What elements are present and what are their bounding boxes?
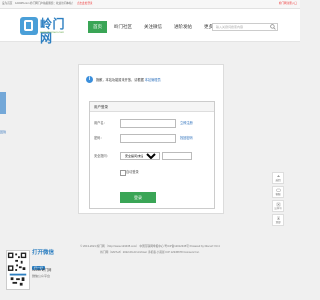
side-tool-label: 顶部 [275,221,281,224]
site-header: 岭门网 www.lingmen.com 首页 岭门社区 关注微信 进阶发帖 更多… [0,9,300,45]
side-tool-top[interactable]: 顶部 [272,214,284,226]
login-form: 用户登录 用户名： 立即注册 密码： 找回密码 安全提问： 安全提问(未设置请忽… [89,101,215,209]
qr-account-name: 12346 岭门网 [32,268,52,272]
info-icon: i [86,76,93,83]
search-icon[interactable] [270,24,276,30]
side-tool-back[interactable]: 返回 [272,172,284,184]
password-row: 密码： 找回密码 [90,134,214,143]
qr-code [6,250,30,290]
top-message: 123435.com 岭门网门户站提醒您：欢迎访问本站！ [15,2,75,5]
notice-message: i 抱歉，本站功能暂未开放，请根据 本站管理员 [86,73,217,87]
login-panel: i 抱歉，本站功能暂未开放，请根据 本站管理员 用户登录 用户名： 立即注册 密… [78,64,224,214]
qr-banner: 打开微信 扫一扫 [32,250,70,270]
nav-item-home[interactable]: 首页 [88,21,107,33]
search-placeholder: 输入关键词搜索内容 [216,25,244,29]
username-row: 用户名： 立即注册 [90,119,214,128]
top-announcement-bar: 设为首页 123435.com 岭门网门户站提醒您：欢迎访问本站！ 点击此处登录… [0,0,300,9]
left-float-label[interactable]: 回到 [0,130,6,134]
auto-login-label: 自动登录 [126,170,139,174]
set-homepage-link[interactable]: 设为首页 [2,2,12,5]
qr-platform-name: 微信公众平台 [32,274,51,278]
side-tool-label: 客服 [275,193,281,196]
search-input[interactable]: 输入关键词搜索内容 [212,23,278,31]
password-label: 密码： [94,136,104,140]
side-tool-service[interactable]: 客服 [272,186,284,198]
security-question-select[interactable]: 安全提问(未设置请忽略) [120,152,160,160]
login-button[interactable]: 登录 [120,192,156,203]
forgot-password-link[interactable]: 找回密码 [180,134,193,143]
nav-item-community[interactable]: 岭门社区 [109,21,137,33]
qr-pattern-icon [7,252,27,286]
security-question-label: 安全提问： [94,154,110,158]
login-highlight-link[interactable]: 点击此处登录 [77,2,93,5]
qr-banner-title: 打开微信 [32,250,55,256]
register-now-link[interactable]: 立即注册 [180,119,193,128]
register-link[interactable]: 岭门网注册入口 [279,0,297,8]
side-tool-wechat[interactable]: 公众号 [272,200,284,212]
logo-subtitle: www.lingmen.com [40,30,65,34]
security-answer-field[interactable] [162,152,192,160]
login-form-title: 用户登录 [90,102,214,112]
notice-admin-link[interactable]: 本站管理员 [145,78,161,82]
username-label: 用户名： [94,121,107,125]
left-float-tab[interactable] [0,92,6,114]
security-question-row: 安全提问： 安全提问(未设置请忽略) [90,152,214,161]
site-logo[interactable]: 岭门网 www.lingmen.com [20,17,72,45]
main-nav: 首页 岭门社区 关注微信 进阶发帖 更多 [88,21,220,33]
username-field[interactable] [120,119,176,128]
side-tool-label: 返回 [275,179,281,182]
nav-item-wechat[interactable]: 关注微信 [139,21,167,33]
logo-mark-icon [20,17,38,35]
nav-item-post[interactable]: 进阶发帖 [169,21,197,33]
remember-row: 自动登录 [90,168,214,177]
notice-text: 抱歉，本站功能暂未开放，请根据 [96,78,144,82]
password-field[interactable] [120,134,176,143]
side-tool-label: 公众号 [274,207,282,210]
wechat-qr-promo: 打开微信 扫一扫 12346 岭门网 微信公众平台 [4,232,70,296]
